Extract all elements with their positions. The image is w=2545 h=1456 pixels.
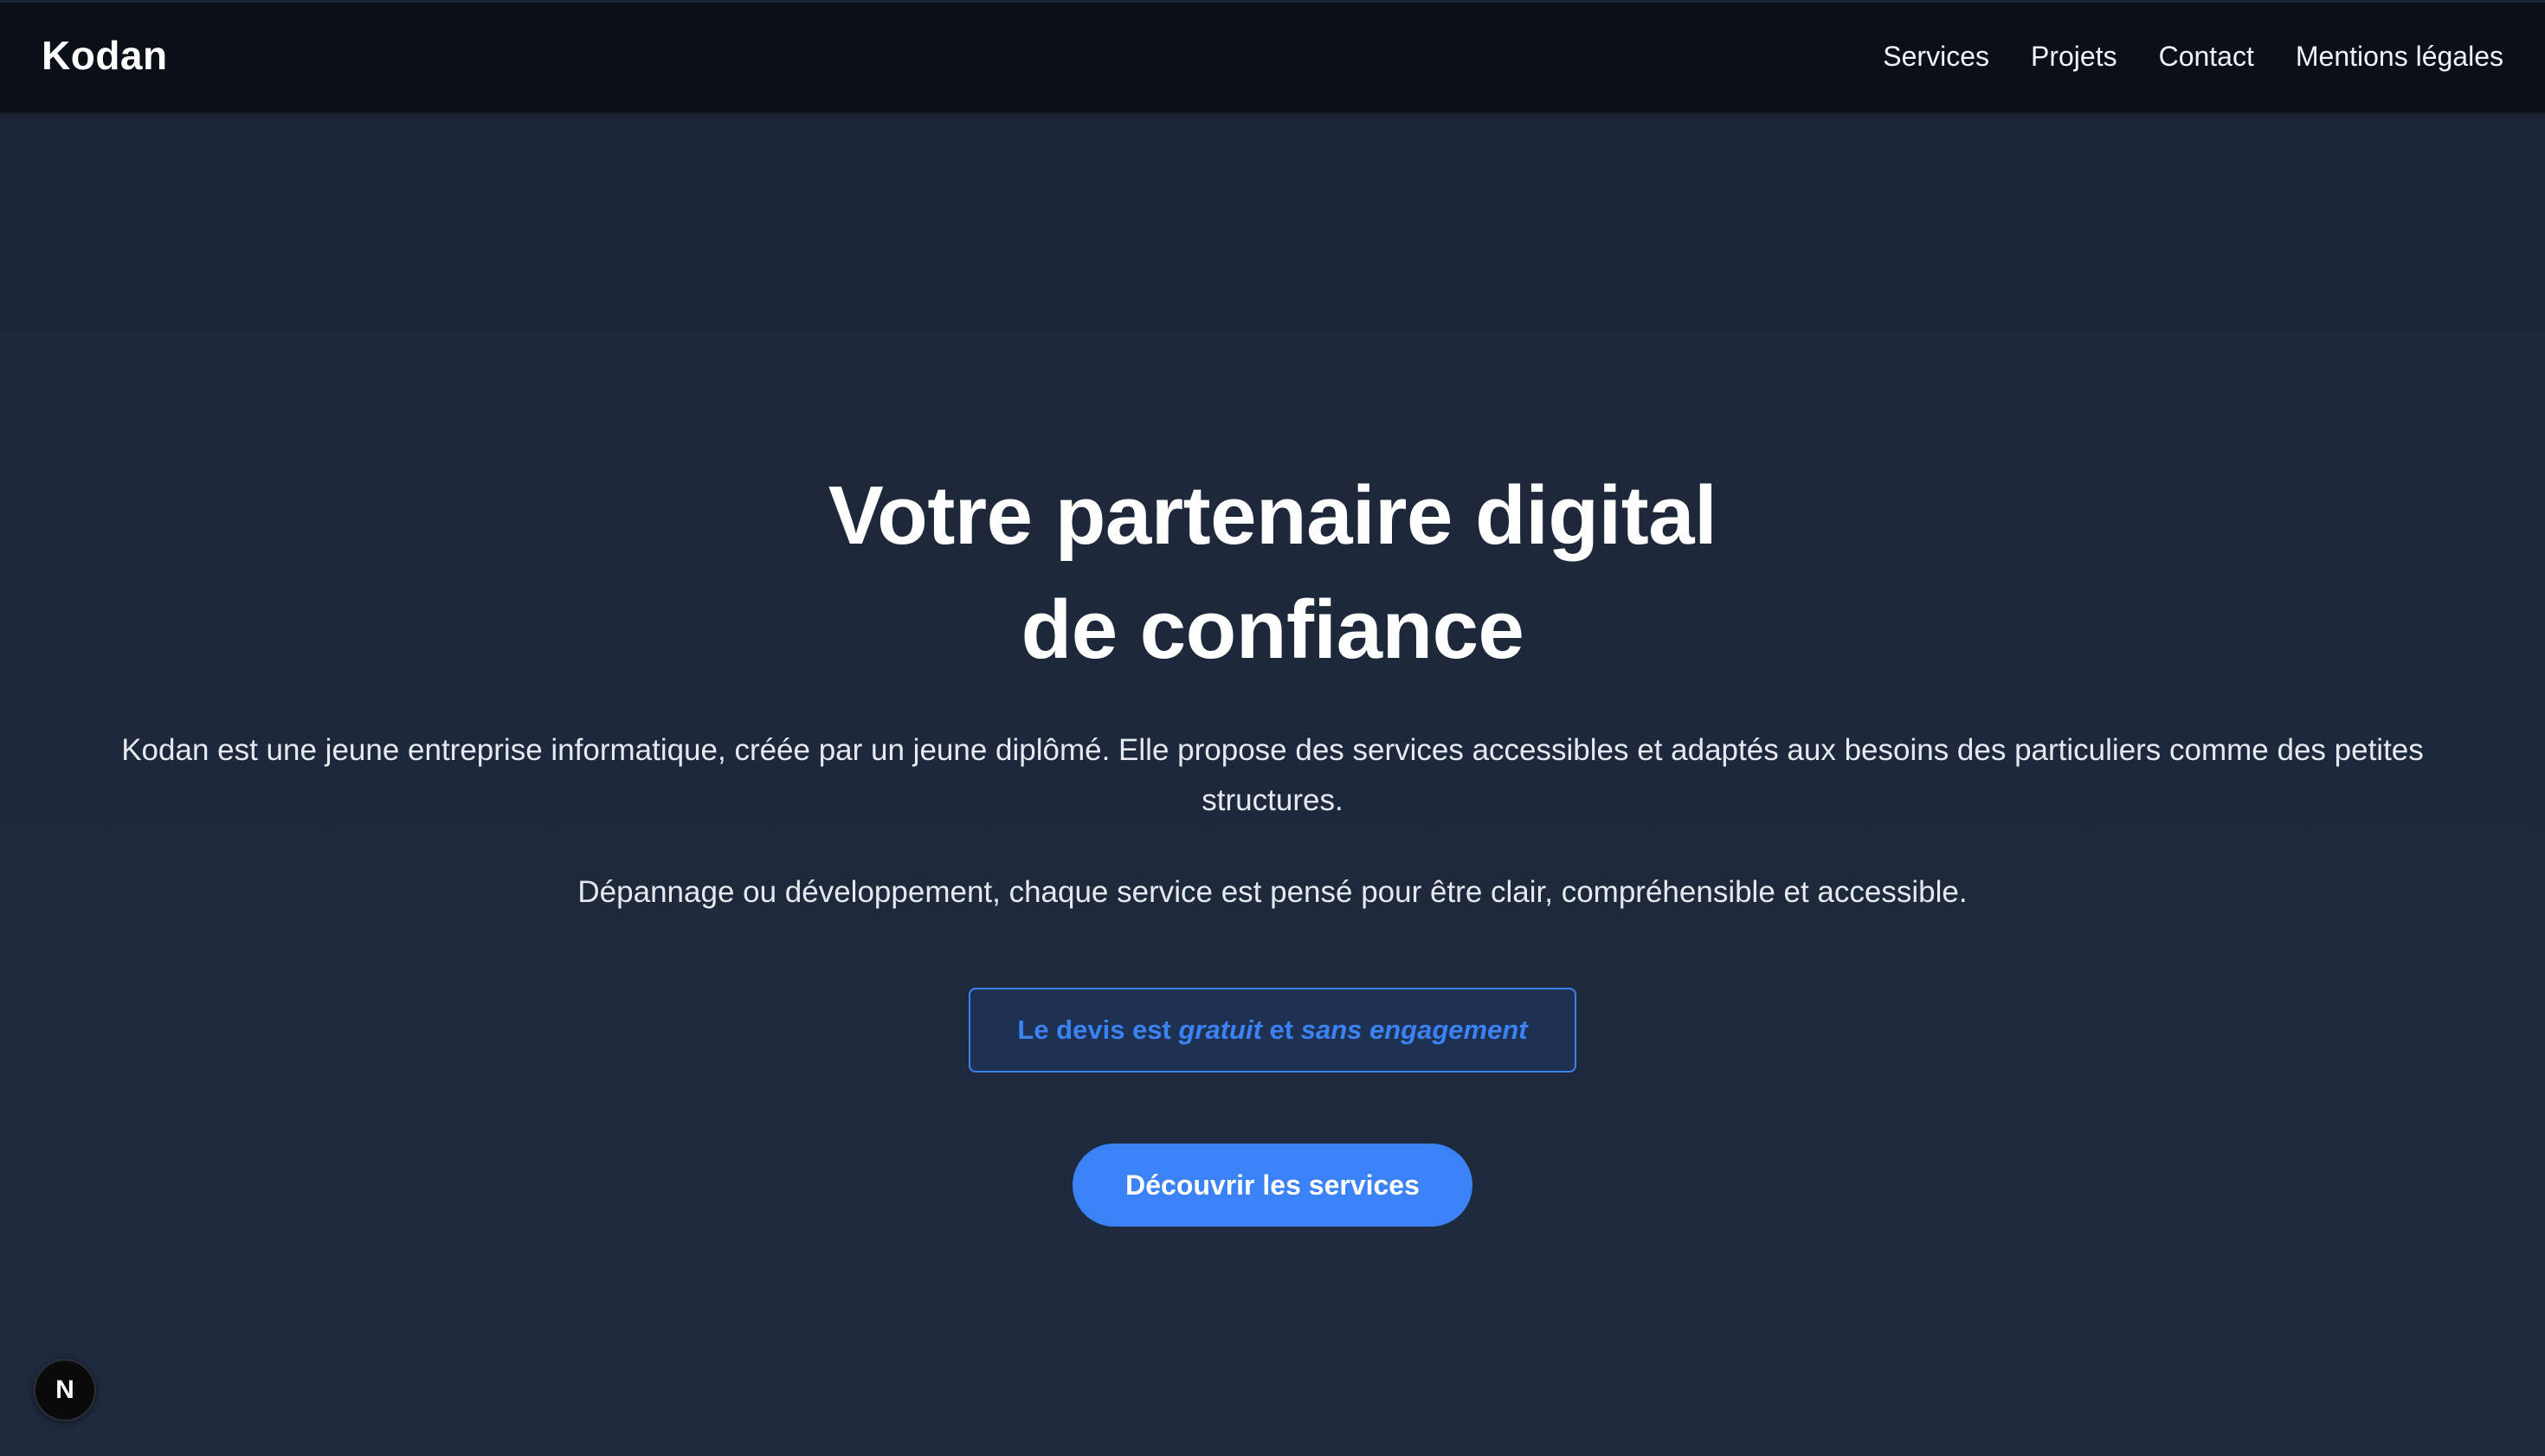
hero-sub-text: Dépannage ou développement, chaque servi… (577, 875, 1968, 909)
top-navbar: Kodan Services Projets Contact Mentions … (0, 0, 2545, 113)
quote-badge-part2: et (1261, 1015, 1301, 1045)
discover-services-button[interactable]: Découvrir les services (1073, 1144, 1472, 1227)
quote-badge-em1: gratuit (1178, 1015, 1262, 1045)
nav-link-projets[interactable]: Projets (2031, 41, 2117, 73)
nav-link-mentions-legales[interactable]: Mentions légales (2296, 41, 2503, 73)
nextjs-icon[interactable]: N (34, 1359, 96, 1421)
hero-title: Votre partenaire digital de confiance (0, 459, 2545, 687)
hero-title-line1: Votre partenaire digital (828, 469, 1717, 562)
hero-title-line2: de confiance (1021, 583, 1524, 676)
nav-link-contact[interactable]: Contact (2159, 41, 2254, 73)
page-background: Kodan Services Projets Contact Mentions … (0, 0, 2545, 1456)
nav-link-services[interactable]: Services (1883, 41, 1989, 73)
brand-logo-link[interactable]: Kodan (42, 32, 168, 79)
nextjs-icon-letter: N (55, 1375, 74, 1404)
hero-lead-text: Kodan est une jeune entreprise informati… (121, 733, 2424, 817)
free-quote-badge: Le devis est gratuit et sans engagement (969, 988, 1576, 1073)
quote-badge-em2: sans engagement (1300, 1015, 1528, 1045)
quote-badge-part1: Le devis est (1017, 1015, 1179, 1045)
main-nav: Services Projets Contact Mentions légale… (1883, 41, 2503, 73)
